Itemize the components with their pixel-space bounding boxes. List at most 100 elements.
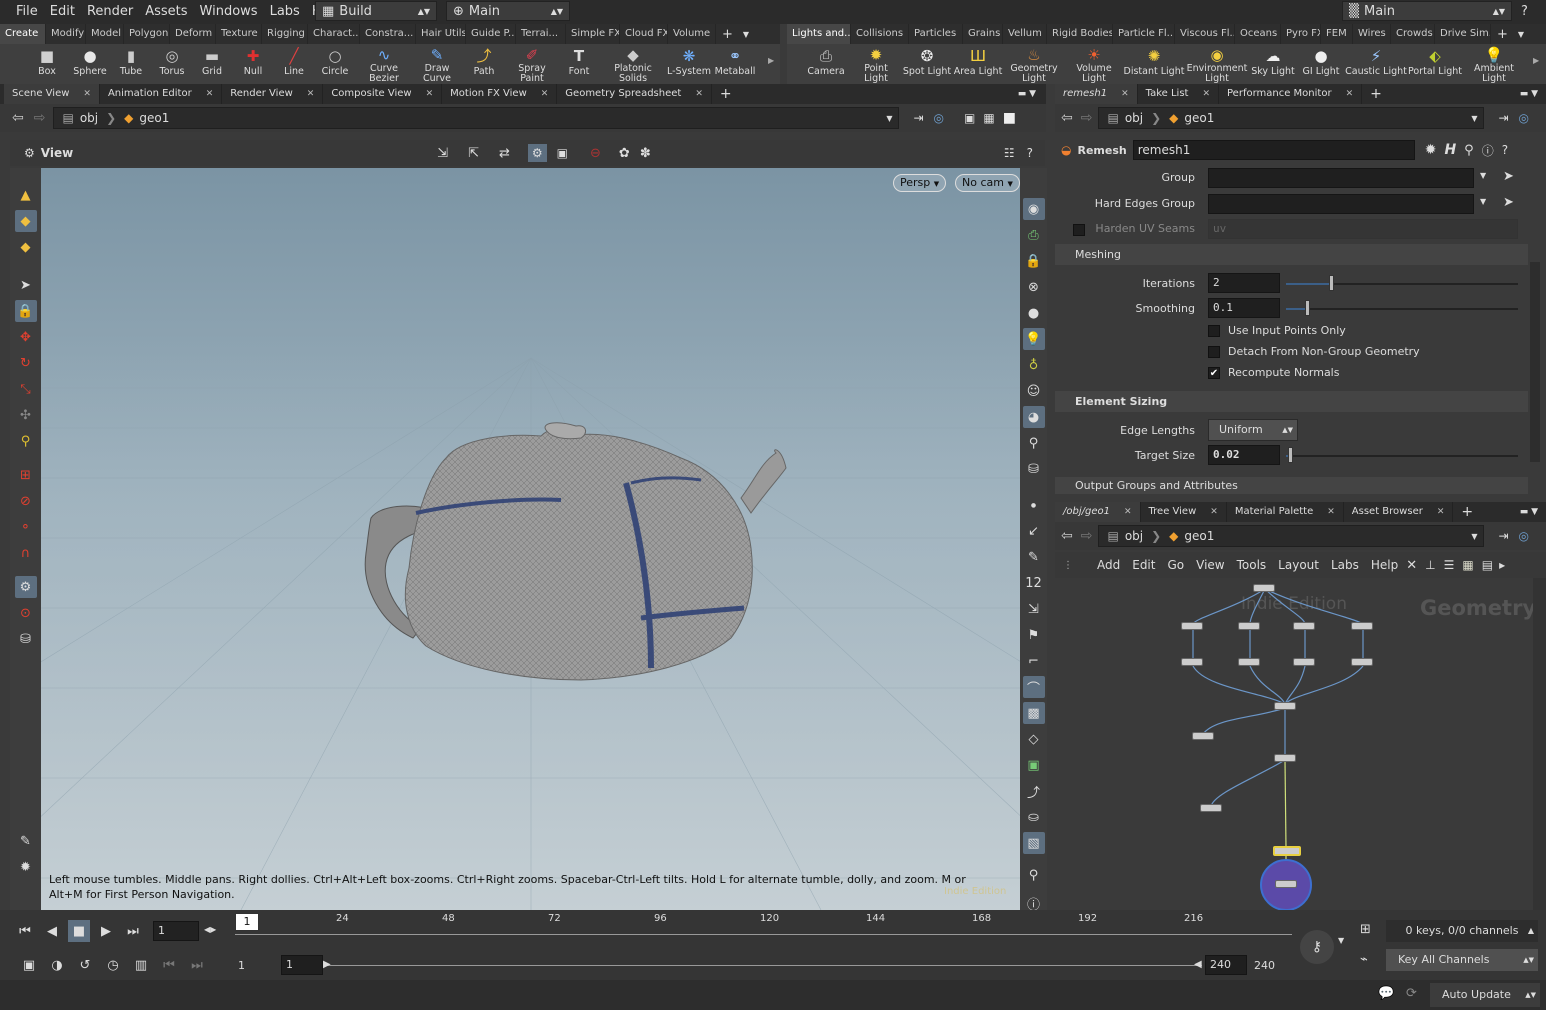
- node-merge1[interactable]: [1274, 702, 1296, 710]
- tool-grid[interactable]: ▬ Grid: [192, 44, 232, 84]
- shading-icon[interactable]: ⚙: [527, 144, 547, 162]
- search-icon[interactable]: ⚲: [1464, 143, 1474, 158]
- tool-path[interactable]: ⤴ Path: [462, 44, 506, 84]
- shelf-tab-hair-utils[interactable]: Hair Utils: [416, 24, 466, 44]
- smoothing-field[interactable]: 0.1: [1208, 298, 1280, 318]
- shelf-tab-model[interactable]: Model: [86, 24, 124, 44]
- crumb-obj[interactable]: ▤ obj: [1099, 111, 1151, 125]
- pointer-icon[interactable]: ⇲: [1023, 598, 1045, 620]
- snapshot-icon[interactable]: ✿: [619, 146, 630, 161]
- pane-menu-icon[interactable]: ▬ ▼: [1520, 507, 1538, 517]
- close-icon[interactable]: ✕: [1124, 502, 1132, 522]
- persp-menu[interactable]: Persp ▼: [893, 174, 947, 192]
- tab-scene-view[interactable]: Scene View ✕: [4, 84, 100, 104]
- shelf-tab-particles[interactable]: Particles: [909, 24, 963, 44]
- view-menu-icon[interactable]: ⚙: [24, 146, 35, 160]
- settings-icon[interactable]: ✽: [640, 146, 651, 161]
- select-arrow-icon[interactable]: ➤: [1503, 195, 1514, 210]
- back-icon[interactable]: ⇦: [12, 110, 24, 126]
- shelf-tab-character[interactable]: Charact...: [308, 24, 360, 44]
- select-arrow-icon[interactable]: ➤: [1503, 169, 1514, 184]
- scroll-right-icon[interactable]: ▶: [768, 56, 774, 84]
- record-icon[interactable]: ⊖: [590, 146, 601, 161]
- graph-icon[interactable]: ⌁: [1360, 952, 1368, 967]
- layout-icon[interactable]: ▣: [964, 111, 975, 125]
- add-tab-icon[interactable]: +: [1497, 27, 1508, 42]
- shelf-tab-constraints[interactable]: Constra...: [360, 24, 416, 44]
- close-icon[interactable]: ✕: [1327, 502, 1335, 522]
- tab-motion-fx-view[interactable]: Motion FX View ✕: [442, 84, 558, 104]
- param-scrollbar[interactable]: [1530, 262, 1540, 462]
- close-icon[interactable]: ✕: [307, 84, 315, 104]
- axis-icon[interactable]: ⤴: [1023, 780, 1045, 802]
- move-icon[interactable]: ✥: [15, 326, 37, 348]
- tool-sphere[interactable]: ● Sphere: [70, 44, 110, 84]
- node-group4[interactable]: [1351, 622, 1373, 630]
- global-animation-icon[interactable]: ▣: [18, 954, 40, 976]
- grid-view-icon[interactable]: ▦: [1462, 558, 1473, 572]
- tool-gi-light[interactable]: ● GI Light: [1297, 44, 1345, 84]
- tool-platonic-solids[interactable]: ◆ Platonic Solids: [600, 44, 666, 84]
- select-tool-icon[interactable]: ▲: [15, 184, 37, 206]
- node-blast4[interactable]: [1351, 658, 1373, 666]
- shelf-tab-cloud-fx[interactable]: Cloud FX: [620, 24, 668, 44]
- tab-remesh1[interactable]: remesh1 ✕: [1055, 84, 1138, 104]
- camera-menu[interactable]: No cam ▼: [955, 174, 1020, 192]
- shelf-tab-particle-fluids[interactable]: Particle Fl...: [1113, 24, 1175, 44]
- range-start-field[interactable]: 1: [281, 955, 323, 975]
- hard-edges-field[interactable]: [1208, 194, 1474, 214]
- node-blast3[interactable]: [1293, 658, 1315, 666]
- ghost-icon[interactable]: ⚲: [1023, 432, 1045, 454]
- scene-viewport[interactable]: Persp ▼ No cam ▼ Left mouse tumbles. Mid…: [41, 168, 1020, 910]
- edge-lengths-select[interactable]: Uniform ▲▼: [1208, 419, 1298, 441]
- crumb-obj[interactable]: ▤ obj: [54, 111, 106, 125]
- tool-geometry-light[interactable]: ♨ Geometry Light: [1003, 44, 1065, 84]
- play-icon[interactable]: ▶: [95, 920, 117, 942]
- desktop-select[interactable]: ▦ Build ▲▼: [315, 1, 437, 21]
- edge-icon[interactable]: ⌒: [1022, 676, 1045, 698]
- shelf-tab-texture[interactable]: Texture: [216, 24, 262, 44]
- more-icon[interactable]: ▸: [1499, 558, 1505, 572]
- forward-icon[interactable]: ⇨: [1081, 110, 1093, 126]
- auto-update-select[interactable]: Auto Update ▲▼: [1430, 983, 1540, 1007]
- dropdown-icon[interactable]: ▼: [886, 114, 892, 123]
- tool-spray-paint[interactable]: ✐ Spray Paint: [506, 44, 558, 84]
- add-tab-icon[interactable]: +: [722, 27, 733, 42]
- help-icon[interactable]: ?: [1027, 146, 1033, 160]
- tab-render-view[interactable]: Render View ✕: [222, 84, 324, 104]
- param-path-box[interactable]: ▤ obj ❯ ◆ geo1 ▼: [1098, 107, 1485, 129]
- output-groups-section[interactable]: Output Groups and Attributes: [1055, 477, 1528, 494]
- tab-asset-browser[interactable]: Asset Browser ✕: [1344, 502, 1454, 522]
- sphere-icon[interactable]: ●: [1023, 302, 1045, 324]
- group-field[interactable]: [1208, 168, 1474, 188]
- crumb-geo1[interactable]: ◆ geo1: [1161, 111, 1222, 125]
- tool-torus[interactable]: ◎ Torus: [152, 44, 192, 84]
- tool-l-system[interactable]: ❋ L-System: [666, 44, 712, 84]
- loop-icon[interactable]: ↺: [74, 954, 96, 976]
- info-icon[interactable]: ⓘ: [1482, 142, 1494, 159]
- refresh-icon[interactable]: ⟳: [1406, 986, 1417, 1001]
- forward-icon[interactable]: ⇨: [1081, 528, 1093, 544]
- close-icon[interactable]: ✕: [695, 84, 703, 104]
- maximize-icon[interactable]: ■: [1003, 110, 1016, 126]
- menu-render[interactable]: Render: [81, 0, 139, 24]
- dropdown-icon[interactable]: ▼: [1471, 114, 1477, 123]
- pin-icon[interactable]: ⇥: [913, 111, 923, 125]
- tool-box[interactable]: ■ Box: [24, 44, 70, 84]
- person-icon[interactable]: ☺: [1023, 380, 1045, 402]
- select-mode-icon[interactable]: ⇲: [437, 146, 448, 161]
- realtime-icon[interactable]: ◷: [102, 954, 124, 976]
- shelf-tab-simple-fx[interactable]: Simple FX: [566, 24, 620, 44]
- dropdown-icon[interactable]: ▼: [1480, 171, 1486, 180]
- ghost-icon[interactable]: ▣: [557, 146, 568, 160]
- smoothing-knob[interactable]: [1305, 300, 1310, 316]
- range-start[interactable]: 1: [238, 959, 245, 972]
- range-slider[interactable]: [326, 965, 1202, 966]
- node-measure2[interactable]: [1200, 804, 1222, 812]
- smoothing-slider[interactable]: [1286, 308, 1518, 310]
- shading-icon[interactable]: ◕: [1022, 406, 1045, 428]
- image-icon[interactable]: ▧: [1022, 832, 1045, 854]
- range-end-handle-icon[interactable]: ◀: [1194, 959, 1202, 970]
- pointer-icon[interactable]: ➤: [15, 274, 37, 296]
- view-label[interactable]: View: [41, 146, 73, 160]
